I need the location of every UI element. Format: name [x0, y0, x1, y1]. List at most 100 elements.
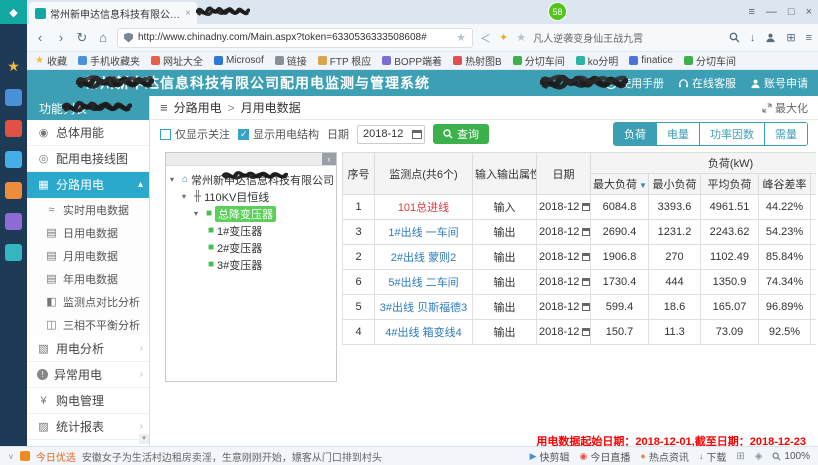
bookmark-item[interactable]: Microsof: [214, 55, 264, 66]
favorites-star-icon[interactable]: ★: [5, 58, 22, 75]
speed-badge[interactable]: 58: [548, 2, 567, 21]
sidebar-scroll-down-icon[interactable]: ▾: [139, 434, 149, 444]
collapse-panel-icon[interactable]: ‹: [322, 153, 336, 165]
minimize-icon[interactable]: —: [766, 6, 777, 18]
status-tool-quick-clip[interactable]: ▶快剪辑: [530, 449, 570, 464]
sidebar-item-daily-data[interactable]: ▤日用电数据: [27, 221, 149, 244]
video-icon[interactable]: [5, 213, 22, 230]
login-user-icon[interactable]: [5, 89, 22, 106]
sidebar-item-purchase-mgmt[interactable]: ¥购电管理: [27, 388, 149, 414]
zoom-control[interactable]: 100%: [772, 451, 810, 462]
view-tab-energy[interactable]: 电量: [656, 123, 699, 145]
date-picker[interactable]: [357, 125, 425, 144]
caret-down-icon[interactable]: ▾: [194, 209, 203, 218]
sidebar-item-phase-balance[interactable]: ◫三相不平衡分析: [27, 313, 149, 336]
view-tab-load[interactable]: 负荷: [614, 123, 656, 145]
qq-icon[interactable]: [5, 151, 22, 168]
bookmark-item[interactable]: finatice: [629, 55, 673, 66]
forward-icon[interactable]: ›: [54, 30, 68, 45]
favorite-star-icon[interactable]: ★: [456, 31, 466, 44]
bookmark-item[interactable]: 分切车间: [684, 53, 736, 68]
caret-down-icon[interactable]: ▾: [182, 192, 191, 201]
status-toggle-icon[interactable]: ∨: [8, 452, 14, 461]
search-icon[interactable]: [729, 32, 740, 43]
col-peak-valley[interactable]: 峰谷差率: [759, 174, 811, 195]
sidebar-item-yearly-data[interactable]: ▤年用电数据: [27, 267, 149, 290]
maximize-button[interactable]: 最大化: [762, 100, 808, 116]
plugin-icon[interactable]: ✦: [499, 31, 508, 44]
tab-close-icon[interactable]: ×: [185, 8, 191, 19]
news-ticker[interactable]: 安徽女子为生活村边租房卖淫，生意刚刚开始，嫖客从门口排到村头: [82, 449, 382, 464]
tree-node-bus[interactable]: ▾ ╫ 110KV目恒线: [170, 188, 332, 205]
collect-icon[interactable]: ★: [516, 31, 526, 44]
sort-desc-icon[interactable]: ▼: [639, 181, 647, 190]
cell-point-link[interactable]: 2#出线 蒙则2: [375, 245, 473, 270]
cell-point-link[interactable]: 1#出线 一车间: [375, 220, 473, 245]
sidebar-item-realtime-data[interactable]: ≈实时用电数据: [27, 198, 149, 221]
view-tab-demand[interactable]: 需量: [764, 123, 807, 145]
tree-node-transformer[interactable]: ■ 3#变压器: [170, 256, 332, 273]
sidebar-item-power-analysis[interactable]: ▧用电分析›: [27, 336, 149, 362]
col-max-load[interactable]: 最大负荷▼: [591, 174, 649, 195]
col-avg-load[interactable]: 平均负荷: [701, 174, 759, 195]
back-icon[interactable]: ‹: [33, 30, 47, 45]
show-structure-checkbox[interactable]: 显示用电结构: [238, 126, 319, 142]
status-tool-download[interactable]: ↓下载: [699, 449, 727, 464]
sidebar-item-overall-energy[interactable]: ◉总体用能: [27, 120, 149, 146]
shield-icon[interactable]: ◈: [755, 451, 763, 462]
panel-icon[interactable]: ⊞: [736, 451, 744, 462]
sidebar-item-branch-power[interactable]: ▦分路用电▴: [27, 172, 149, 198]
cell-point-link[interactable]: 3#出线 贝斯福德3: [375, 295, 473, 320]
cell-point-link[interactable]: 101总进线: [375, 195, 473, 220]
caret-down-icon[interactable]: ▾: [170, 175, 179, 184]
home-icon[interactable]: ⌂: [96, 30, 110, 45]
calendar-icon[interactable]: [412, 129, 422, 139]
close-icon[interactable]: ×: [806, 6, 812, 18]
sidebar-item-wiring-diagram[interactable]: ◎配用电接线图: [27, 146, 149, 172]
promo-link[interactable]: 凡人逆袭变身仙王战九霄: [533, 30, 643, 45]
bookmark-item[interactable]: 链接: [275, 53, 307, 68]
refresh-icon[interactable]: ↻: [75, 30, 89, 46]
only-follow-checkbox[interactable]: 仅显示关注: [160, 126, 230, 142]
browser-menu-icon[interactable]: ≡: [806, 32, 812, 44]
restore-icon[interactable]: □: [788, 6, 795, 18]
account-link[interactable]: 账号申请: [750, 75, 808, 91]
bookmark-item[interactable]: FTP 根应: [318, 53, 371, 68]
browser-logo-icon[interactable]: ◆: [0, 0, 27, 24]
download-icon[interactable]: ↓: [750, 32, 756, 44]
user-icon[interactable]: [765, 32, 776, 43]
sidebar-item-point-compare[interactable]: ◧监测点对比分析: [27, 290, 149, 313]
breadcrumb-section[interactable]: 分路用电: [174, 99, 222, 116]
tree-node-station[interactable]: ▾ ■ 总降变压器: [170, 205, 332, 222]
cell-point-link[interactable]: 4#出线 箱变线4: [375, 320, 473, 345]
url-bar[interactable]: http://www.chinadny.com/Main.aspx?token=…: [117, 28, 473, 48]
apps-grid-icon[interactable]: ⊞: [786, 31, 795, 44]
view-tab-power-factor[interactable]: 功率因数: [699, 123, 764, 145]
bookmark-item[interactable]: 分切车间: [513, 53, 565, 68]
tree-node-transformer[interactable]: ■ 1#变压器: [170, 222, 332, 239]
service-link[interactable]: 在线客服: [678, 75, 736, 91]
news-icon[interactable]: [5, 182, 22, 199]
status-left-label[interactable]: 今日优选: [36, 449, 76, 464]
chat-icon[interactable]: [5, 244, 22, 261]
new-tab-button[interactable]: +: [205, 3, 213, 18]
manual-link[interactable]: ? 使用手册: [605, 75, 664, 91]
bookmark-item[interactable]: 网址大全: [151, 53, 203, 68]
menu-icon[interactable]: ≡: [748, 6, 754, 18]
col-load-rate[interactable]: 负荷率: [811, 174, 817, 195]
bookmark-item[interactable]: 手机收藏夹: [78, 53, 140, 68]
weibo-icon[interactable]: [5, 120, 22, 137]
bookmark-item[interactable]: BOPP端着: [382, 53, 442, 68]
tree-node-transformer[interactable]: ■ 2#变压器: [170, 239, 332, 256]
sidebar-item-abnormal-power[interactable]: !异常用电›: [27, 362, 149, 388]
query-button[interactable]: 查询: [433, 124, 489, 144]
bookmark-item[interactable]: ko分明: [576, 53, 619, 68]
bookmark-item[interactable]: ★收藏: [35, 53, 67, 68]
browser-tab[interactable]: 常州新申达信息科技有限公司配用电监测与管理系统 ×: [29, 2, 197, 24]
share-icon[interactable]: ＜: [480, 30, 491, 46]
tree-node-company[interactable]: ▾ ⌂ 常州新申达信息科技有限公司: [170, 171, 332, 188]
breadcrumb-menu-icon[interactable]: ≡: [160, 100, 168, 115]
sidebar-item-monthly-data[interactable]: ▤月用电数据: [27, 244, 149, 267]
status-tool-hot-news[interactable]: ●热点资讯: [640, 449, 688, 464]
sidebar-item-reports[interactable]: ▨统计报表›: [27, 414, 149, 440]
